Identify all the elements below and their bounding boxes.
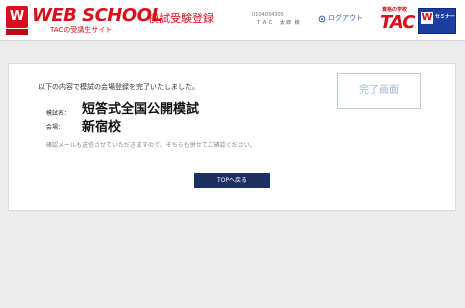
confirmation-note: 確認メールも送信させていただきますので、そちらも併せてご確認ください。 — [46, 142, 256, 149]
exam-name-value: 短答式全国公開模試 — [82, 102, 200, 117]
header-bar: W WEB SCHOOL TACの受講生サイト 模試受験登録 010403430… — [0, 0, 465, 41]
logout-label: ログアウト — [328, 14, 363, 22]
completion-message: 以下の内容で模試の会場登録を完了いたしました。 — [38, 83, 199, 91]
brand-title[interactable]: WEB SCHOOL — [32, 6, 163, 26]
user-id: 0104034305 — [252, 12, 284, 18]
logout-icon — [318, 15, 326, 22]
web-school-logo-base — [6, 29, 28, 35]
exam-name-label: 模試名： — [46, 110, 71, 117]
page-title: 模試受験登録 — [148, 12, 214, 25]
w-seminar-badge[interactable]: W セミナー — [418, 8, 456, 34]
brand-subtitle: TACの受講生サイト — [50, 26, 113, 34]
web-school-logo-icon[interactable]: W — [6, 6, 28, 28]
w-seminar-label: セミナー — [435, 14, 456, 20]
back-to-top-button[interactable]: TOPへ戻る — [194, 173, 270, 188]
user-name: ＴＡＣ 太郎 様 — [256, 20, 301, 26]
complete-status-box: 完了画面 — [337, 73, 421, 109]
venue-label: 会場： — [46, 124, 65, 131]
w-seminar-icon: W — [421, 12, 433, 24]
logout-link[interactable]: ログアウト — [318, 14, 363, 23]
venue-value: 新宿校 — [82, 120, 122, 135]
tac-logo[interactable]: TAC — [380, 13, 415, 33]
